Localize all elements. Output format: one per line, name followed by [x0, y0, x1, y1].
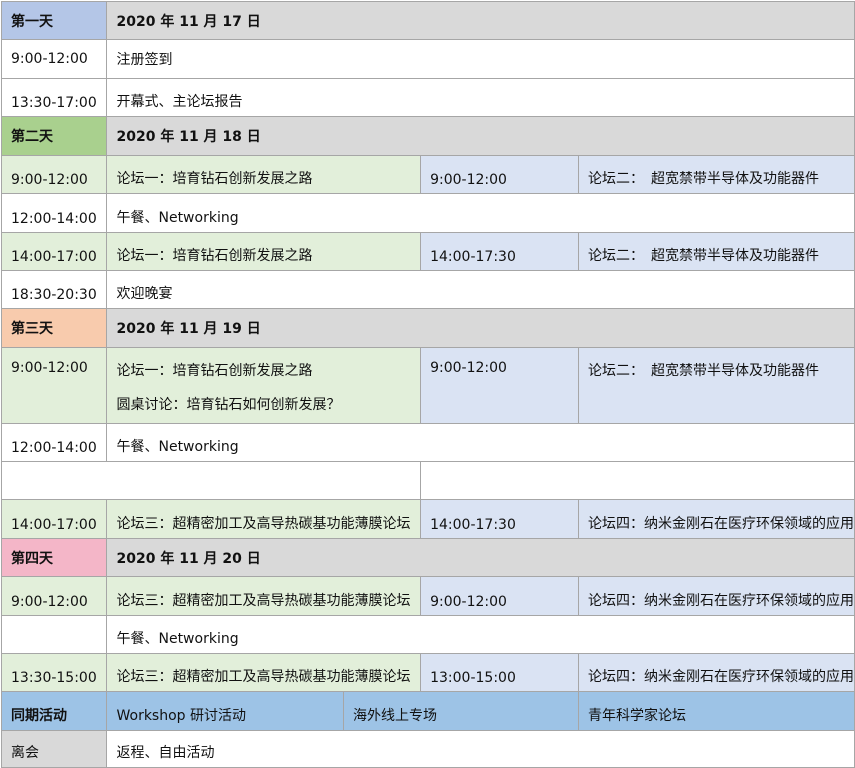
session-time — [0, 615, 108, 654]
parallel-session-event: 论坛四：纳米金刚石在医疗环保领域的应用 — [577, 653, 855, 692]
session-time: 13:30-15:00 — [0, 653, 108, 692]
parallel-session-event: 论坛二： 超宽禁带半导体及功能器件 — [577, 155, 855, 194]
session-time: 9:00-12:00 — [0, 347, 108, 424]
parallel-session-event: 论坛四：纳米金刚石在医疗环保领域的应用 — [577, 499, 855, 539]
session-event: 注册签到 — [106, 39, 855, 79]
table-row: 12:00-14:00 午餐、Networking — [0, 193, 855, 233]
departure-event: 返程、自由活动 — [106, 730, 855, 768]
table-row: 13:30-17:00 开幕式、主论坛报告 — [0, 78, 855, 117]
session-event: 论坛三：超精密加工及高导热碳基功能薄膜论坛 — [106, 576, 422, 616]
schedule-table: 第一天 2020 年 11 月 17 日 9:00-12:00 注册签到 13:… — [0, 1, 855, 768]
table-row: 14:00-17:00 论坛三：超精密加工及高导热碳基功能薄膜论坛 14:00-… — [0, 499, 855, 539]
session-time: 9:00-12:00 — [0, 39, 108, 79]
day-2-date: 2020 年 11 月 18 日 — [106, 116, 855, 156]
table-row: 13:30-15:00 论坛三：超精密加工及高导热碳基功能薄膜论坛 13:00-… — [0, 653, 855, 692]
session-time: 12:00-14:00 — [0, 423, 108, 462]
day-4-header-row: 第四天 2020 年 11 月 20 日 — [0, 538, 855, 577]
departure-label: 离会 — [0, 730, 108, 768]
parallel-session-event: 论坛二： 超宽禁带半导体及功能器件 — [577, 232, 855, 271]
parallel-session-event: 论坛二： 超宽禁带半导体及功能器件 — [577, 347, 855, 424]
session-event: 午餐、Networking — [106, 423, 855, 462]
concurrent-item: Workshop 研讨活动 — [106, 691, 345, 731]
table-row: 午餐、Networking — [0, 615, 855, 654]
session-event: 论坛三：超精密加工及高导热碳基功能薄膜论坛 — [106, 653, 422, 692]
day-1-date: 2020 年 11 月 17 日 — [106, 1, 855, 40]
day-4-date: 2020 年 11 月 20 日 — [106, 538, 855, 577]
parallel-session-time: 14:00-17:30 — [420, 232, 579, 271]
day-2-label: 第二天 — [0, 116, 108, 156]
session-event-cell: 论坛一：培育钻石创新发展之路 圆桌讨论：培育钻石如何创新发展？ — [106, 347, 422, 424]
table-row: 9:00-12:00 论坛一：培育钻石创新发展之路 9:00-12:00 论坛二… — [0, 155, 855, 194]
session-time: 14:00-17:00 — [0, 232, 108, 271]
session-time: 9:00-12:00 — [0, 155, 108, 194]
session-event: 午餐、Networking — [106, 193, 855, 233]
concurrent-item: 青年科学家论坛 — [577, 691, 855, 731]
session-event-extra: 圆桌讨论：培育钻石如何创新发展？ — [116, 397, 341, 413]
table-row: 12:00-14:00 午餐、Networking — [0, 423, 855, 462]
table-row: 14:00-17:00 论坛一：培育钻石创新发展之路 14:00-17:30 论… — [0, 232, 855, 271]
session-event: 论坛一：培育钻石创新发展之路 — [116, 363, 313, 379]
session-time: 9:00-12:00 — [0, 576, 108, 616]
parallel-session-time: 13:00-15:00 — [420, 653, 579, 692]
day-3-date: 2020 年 11 月 19 日 — [106, 308, 855, 348]
parallel-session-time: 9:00-12:00 — [420, 155, 579, 194]
session-event: 午餐、Networking — [106, 615, 855, 654]
concurrent-row: 同期活动 Workshop 研讨活动 海外线上专场 青年科学家论坛 — [0, 691, 855, 731]
session-event: 论坛一：培育钻石创新发展之路 — [106, 155, 422, 194]
session-time: 14:00-17:00 — [0, 499, 108, 539]
session-event: 论坛一：培育钻石创新发展之路 — [106, 232, 422, 271]
day-3-label: 第三天 — [0, 308, 108, 348]
session-event: 欢迎晚宴 — [106, 270, 855, 309]
empty-cell — [0, 461, 422, 500]
concurrent-label: 同期活动 — [0, 691, 108, 731]
departure-row: 离会 返程、自由活动 — [0, 730, 855, 768]
table-row: 9:00-12:00 论坛一：培育钻石创新发展之路 圆桌讨论：培育钻石如何创新发… — [0, 347, 855, 424]
session-event: 论坛三：超精密加工及高导热碳基功能薄膜论坛 — [106, 499, 422, 539]
day-4-label: 第四天 — [0, 538, 108, 577]
session-event: 开幕式、主论坛报告 — [106, 78, 855, 117]
session-time: 12:00-14:00 — [0, 193, 108, 233]
parallel-session-event: 论坛四：纳米金刚石在医疗环保领域的应用 — [577, 576, 855, 616]
session-time: 18:30-20:30 — [0, 270, 108, 309]
parallel-session-time: 9:00-12:00 — [420, 576, 579, 616]
table-row: 18:30-20:30 欢迎晚宴 — [0, 270, 855, 309]
day-1-header-row: 第一天 2020 年 11 月 17 日 — [0, 1, 855, 40]
parallel-session-time: 14:00-17:30 — [420, 499, 579, 539]
session-time: 13:30-17:00 — [0, 78, 108, 117]
concurrent-item: 海外线上专场 — [343, 691, 579, 731]
table-row: 9:00-12:00 注册签到 — [0, 39, 855, 79]
day-1-label: 第一天 — [0, 1, 108, 40]
empty-row — [0, 461, 855, 500]
day-3-header-row: 第三天 2020 年 11 月 19 日 — [0, 308, 855, 348]
table-row: 9:00-12:00 论坛三：超精密加工及高导热碳基功能薄膜论坛 9:00-12… — [0, 576, 855, 616]
parallel-session-time: 9:00-12:00 — [420, 347, 579, 424]
empty-cell — [420, 461, 855, 500]
day-2-header-row: 第二天 2020 年 11 月 18 日 — [0, 116, 855, 156]
